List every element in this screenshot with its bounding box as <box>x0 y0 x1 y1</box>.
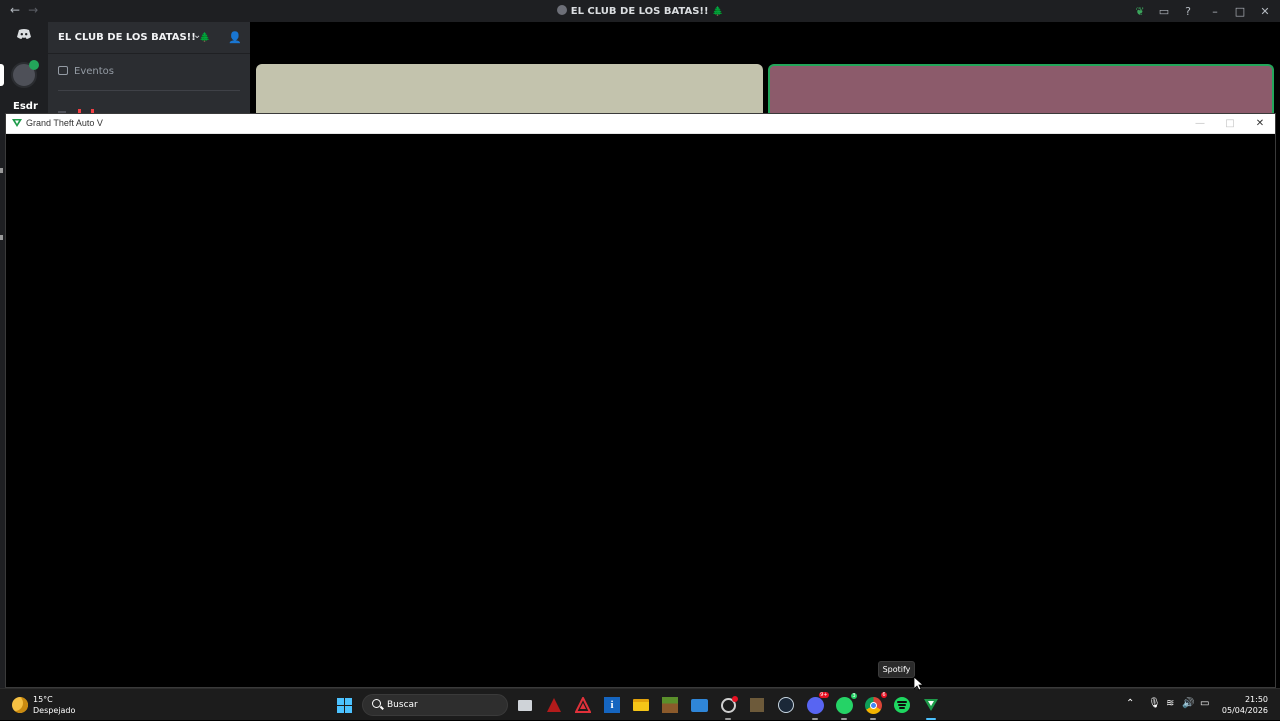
whatsapp-icon[interactable]: 3 <box>833 691 858 720</box>
gta-window-title: Grand Theft Auto V <box>26 118 103 128</box>
divider <box>58 90 240 91</box>
red-app-icon[interactable] <box>543 694 565 716</box>
discord-window-title: EL CLUB DE LOS BATAS!! 🌲 <box>0 5 1280 17</box>
clock-date: 05/04/2026 <box>1221 706 1268 715</box>
windows-icon <box>337 698 352 713</box>
rockstar-launcher-icon[interactable] <box>717 694 739 720</box>
microphone-icon[interactable]: 🎙 <box>1148 698 1161 709</box>
gta-v-logo-icon <box>12 119 22 127</box>
minecraft-icon[interactable] <box>659 694 681 716</box>
notification-badge: 9+ <box>819 691 829 698</box>
discord-titlebar: ← → EL CLUB DE LOS BATAS!! 🌲 ❦ ▭ ? – □ ✕ <box>0 0 1280 22</box>
gta-titlebar[interactable]: Grand Theft Auto V — □ ✕ <box>6 114 1275 134</box>
inbox-icon[interactable]: ▭ <box>1152 5 1176 18</box>
clock-time: 21:50 <box>1244 695 1268 704</box>
titlebar-controls: ❦ ▭ ? – □ ✕ <box>1128 0 1280 22</box>
weather-condition: Despejado <box>33 706 76 715</box>
chrome-icon[interactable]: 6 <box>862 691 887 720</box>
selected-guild-indicator <box>0 64 4 86</box>
chevron-down-icon[interactable]: ⌄ <box>193 30 201 41</box>
moon-icon <box>12 697 28 713</box>
server-header[interactable]: EL CLUB DE LOS BATAS!! 🌲 ⌄ 👤 <box>48 22 250 54</box>
server-name: EL CLUB DE LOS BATAS!! 🌲 <box>58 32 211 43</box>
edge-marker <box>0 168 3 173</box>
gta-window-controls: — □ ✕ <box>1185 114 1275 134</box>
warning-app-icon[interactable] <box>572 694 594 716</box>
task-view-icon[interactable] <box>514 694 536 716</box>
close-button[interactable]: ✕ <box>1250 5 1280 18</box>
server-avatar[interactable] <box>11 60 39 88</box>
gta-v-icon[interactable] <box>920 694 942 720</box>
wifi-icon[interactable]: ≋ <box>1166 698 1174 709</box>
file-explorer-icon[interactable] <box>630 694 652 716</box>
edge-marker <box>0 235 3 240</box>
discord-taskbar-icon[interactable]: 9+ <box>804 691 829 720</box>
spotify-tooltip: Spotify <box>878 661 915 678</box>
close-button[interactable]: ✕ <box>1245 114 1275 134</box>
search-label: Buscar <box>387 700 418 710</box>
minimize-button[interactable]: – <box>1200 5 1230 18</box>
help-icon[interactable]: ? <box>1176 5 1200 18</box>
info-app-icon[interactable]: i <box>601 694 623 716</box>
battery-icon[interactable]: ▭ <box>1200 698 1209 709</box>
weather-temp: 15°C <box>33 695 53 704</box>
clock[interactable]: 21:50 05/04/2026 <box>1222 694 1268 716</box>
volume-icon[interactable]: 🔊 <box>1182 698 1194 709</box>
game-viewport[interactable] <box>6 134 1275 687</box>
search-input[interactable]: Buscar <box>362 694 508 716</box>
gta-window: Grand Theft Auto V — □ ✕ <box>5 113 1276 688</box>
add-member-icon[interactable]: 👤 <box>228 31 242 44</box>
notification-badge: 6 <box>881 691 887 698</box>
taskbar: 15°C Despejado Buscar i 9+ 3 6 ⌃ 🎙 ≋ 🔊 ▭ <box>0 688 1280 720</box>
leaf-icon[interactable]: ❦ <box>1128 5 1152 18</box>
user-name: Esdr <box>13 101 38 112</box>
events-item[interactable]: Eventos <box>58 66 114 77</box>
chevron-up-icon[interactable]: ⌃ <box>1126 698 1134 709</box>
minimize-button[interactable]: — <box>1185 114 1215 134</box>
server-icon <box>556 5 567 15</box>
spotify-icon[interactable] <box>891 694 913 716</box>
calendar-icon <box>58 66 68 75</box>
system-tray: ⌃ 🎙 ≋ 🔊 ▭ 21:50 05/04/2026 <box>1120 689 1280 721</box>
mouse-cursor-icon <box>914 677 924 691</box>
maximize-button[interactable]: □ <box>1215 114 1245 134</box>
discord-icon[interactable] <box>10 28 38 48</box>
minecraft-block-icon[interactable] <box>746 694 768 716</box>
notification-badge: 3 <box>850 691 858 700</box>
photos-icon[interactable] <box>688 694 710 716</box>
steam-icon[interactable] <box>775 694 797 716</box>
maximize-button[interactable]: □ <box>1230 5 1250 18</box>
server-badge <box>29 60 39 70</box>
search-icon <box>372 699 381 708</box>
start-button[interactable] <box>334 694 356 716</box>
